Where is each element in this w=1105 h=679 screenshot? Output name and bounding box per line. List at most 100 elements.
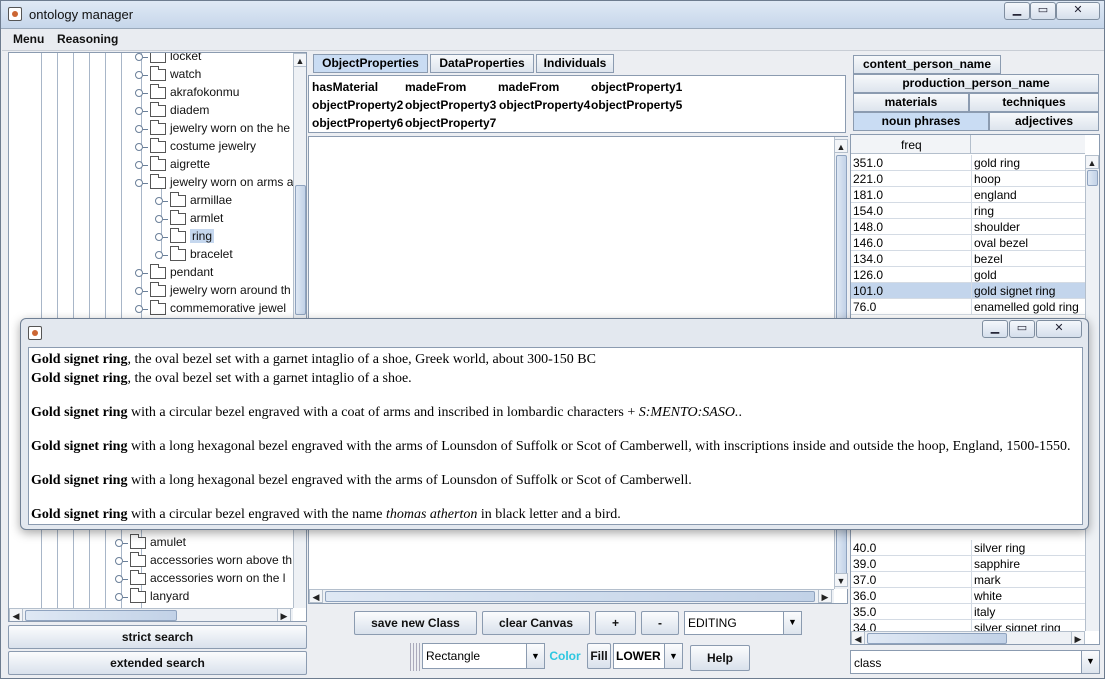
toolbar-grip-icon[interactable] xyxy=(410,643,420,671)
tree-node[interactable]: accessories worn above th xyxy=(115,551,292,569)
table-row[interactable]: 76.0 enamelled gold ring xyxy=(851,299,1085,315)
tree-expand-handle-icon[interactable] xyxy=(115,538,128,547)
color-button[interactable]: Color xyxy=(547,643,583,669)
table-row[interactable]: 154.0 ring xyxy=(851,203,1085,219)
table-row[interactable]: 39.0 sapphire xyxy=(851,556,1085,572)
scroll-up-arrow-icon[interactable]: ▲ xyxy=(293,53,306,67)
table-row[interactable]: 40.0 silver ring xyxy=(851,540,1085,556)
object-property-item[interactable]: objectProperty2 xyxy=(312,98,403,112)
class-select[interactable]: class ▼ xyxy=(850,650,1100,674)
tree-expand-handle-icon[interactable] xyxy=(135,286,148,295)
tree-node[interactable]: pendant xyxy=(135,263,213,281)
tab-object-properties[interactable]: ObjectProperties xyxy=(313,54,428,73)
table-row[interactable]: 101.0 gold signet ring xyxy=(851,283,1085,299)
table-row[interactable]: 134.0 bezel xyxy=(851,251,1085,267)
object-property-item[interactable]: objectProperty7 xyxy=(405,116,496,130)
chevron-down-icon[interactable]: ▼ xyxy=(664,644,682,668)
table-row[interactable]: 351.0 gold ring xyxy=(851,155,1085,171)
tree-expand-handle-icon[interactable] xyxy=(135,268,148,277)
tab-content-person-name[interactable]: content_person_name xyxy=(853,55,1001,74)
freq-column-header[interactable]: freq xyxy=(901,138,922,152)
fill-button[interactable]: Fill xyxy=(587,643,611,669)
tab-production-person-name[interactable]: production_person_name xyxy=(853,74,1099,93)
table-row[interactable]: 148.0 shoulder xyxy=(851,219,1085,235)
tree-node[interactable]: amulet xyxy=(115,533,186,551)
table-row[interactable]: 37.0 mark xyxy=(851,572,1085,588)
canvas-scroll-left-icon[interactable]: ◀ xyxy=(309,589,323,603)
save-new-class-button[interactable]: save new Class xyxy=(354,611,477,635)
case-select[interactable]: LOWER ▼ xyxy=(613,643,683,669)
tab-techniques[interactable]: techniques xyxy=(969,93,1099,112)
dialog-minimize-icon[interactable]: ▁ xyxy=(982,320,1008,338)
table-horizontal-scrollbar[interactable]: ◀ ▶ xyxy=(851,631,1085,644)
tab-adjectives[interactable]: adjectives xyxy=(989,112,1099,131)
close-icon[interactable]: ✕ xyxy=(1056,2,1100,20)
table-row[interactable]: 221.0 hoop xyxy=(851,171,1085,187)
table-scroll-up-icon[interactable]: ▲ xyxy=(1085,155,1099,169)
canvas-hscroll-thumb[interactable] xyxy=(325,591,815,602)
menu-menu[interactable]: Menu xyxy=(13,32,44,46)
tree-expand-handle-icon[interactable] xyxy=(155,196,168,205)
chevron-down-icon[interactable]: ▼ xyxy=(526,644,544,668)
dialog-maximize-icon[interactable]: ▭ xyxy=(1009,320,1035,338)
tree-node[interactable]: bracelet xyxy=(155,245,233,263)
object-property-item[interactable]: objectProperty3 xyxy=(405,98,496,112)
tree-expand-handle-icon[interactable] xyxy=(135,304,148,313)
object-property-item[interactable]: objectProperty4 xyxy=(499,98,590,112)
extended-search-button[interactable]: extended search xyxy=(8,651,307,675)
table-scroll-right-icon[interactable]: ▶ xyxy=(1071,631,1085,644)
tree-horizontal-scrollbar[interactable]: ◀ ▶ xyxy=(9,608,293,621)
tree-expand-handle-icon[interactable] xyxy=(155,232,168,241)
shape-select[interactable]: Rectangle ▼ xyxy=(422,643,545,669)
tab-materials[interactable]: materials xyxy=(853,93,969,112)
canvas-scroll-right-icon[interactable]: ▶ xyxy=(818,589,832,603)
table-row[interactable]: 126.0 gold xyxy=(851,267,1085,283)
object-property-item[interactable]: objectProperty5 xyxy=(591,98,682,112)
tree-expand-handle-icon[interactable] xyxy=(135,124,148,133)
dialog-text-area[interactable]: Gold signet ring, the oval bezel set wit… xyxy=(28,347,1083,525)
table-hscroll-thumb[interactable] xyxy=(867,633,1007,644)
chevron-down-icon[interactable]: ▼ xyxy=(783,612,801,634)
tree-node[interactable]: armillae xyxy=(155,191,232,209)
tree-expand-handle-icon[interactable] xyxy=(135,53,148,61)
canvas-scroll-down-icon[interactable]: ▼ xyxy=(834,573,848,587)
tree-expand-handle-icon[interactable] xyxy=(115,574,128,583)
tree-expand-handle-icon[interactable] xyxy=(135,88,148,97)
tree-expand-handle-icon[interactable] xyxy=(135,70,148,79)
tree-expand-handle-icon[interactable] xyxy=(115,592,128,601)
clear-canvas-button[interactable]: clear Canvas xyxy=(482,611,590,635)
tree-expand-handle-icon[interactable] xyxy=(135,178,148,187)
object-property-item[interactable]: madeFrom xyxy=(405,80,466,94)
tree-node[interactable]: watch xyxy=(135,65,201,83)
scroll-right-arrow-icon[interactable]: ▶ xyxy=(277,608,291,621)
tree-expand-handle-icon[interactable] xyxy=(135,142,148,151)
title-bar[interactable]: ontology manager ▁ ▭ ✕ xyxy=(1,1,1104,29)
table-row[interactable]: 181.0 england xyxy=(851,187,1085,203)
tree-node[interactable]: lanyard xyxy=(115,587,189,605)
mode-select[interactable]: EDITING ▼ xyxy=(684,611,802,635)
help-button[interactable]: Help xyxy=(690,645,750,671)
table-row[interactable]: 35.0 italy xyxy=(851,604,1085,620)
tree-node[interactable]: ring xyxy=(155,227,215,245)
tree-node[interactable]: locket xyxy=(135,53,201,65)
tree-node[interactable]: diadem xyxy=(135,101,209,119)
tree-expand-handle-icon[interactable] xyxy=(155,250,168,259)
tab-individuals[interactable]: Individuals xyxy=(536,54,614,73)
tree-vscroll-thumb[interactable] xyxy=(295,185,306,315)
menu-reasoning[interactable]: Reasoning xyxy=(57,32,118,46)
zoom-out-button[interactable]: - xyxy=(641,611,679,635)
tree-expand-handle-icon[interactable] xyxy=(135,160,148,169)
strict-search-button[interactable]: strict search xyxy=(8,625,307,649)
object-property-item[interactable]: hasMaterial xyxy=(312,80,378,94)
tree-node[interactable]: armlet xyxy=(155,209,223,227)
object-property-item[interactable]: objectProperty1 xyxy=(591,80,682,94)
table-vscroll-thumb[interactable] xyxy=(1087,170,1098,186)
tree-node[interactable]: jewelry worn on the he xyxy=(135,119,290,137)
tree-node[interactable]: jewelry worn around th xyxy=(135,281,291,299)
tree-expand-handle-icon[interactable] xyxy=(135,106,148,115)
tab-noun-phrases[interactable]: noun phrases xyxy=(853,112,989,131)
table-row[interactable]: 146.0 oval bezel xyxy=(851,235,1085,251)
tree-expand-handle-icon[interactable] xyxy=(155,214,168,223)
table-scroll-left-icon[interactable]: ◀ xyxy=(851,631,865,644)
zoom-in-button[interactable]: + xyxy=(595,611,636,635)
